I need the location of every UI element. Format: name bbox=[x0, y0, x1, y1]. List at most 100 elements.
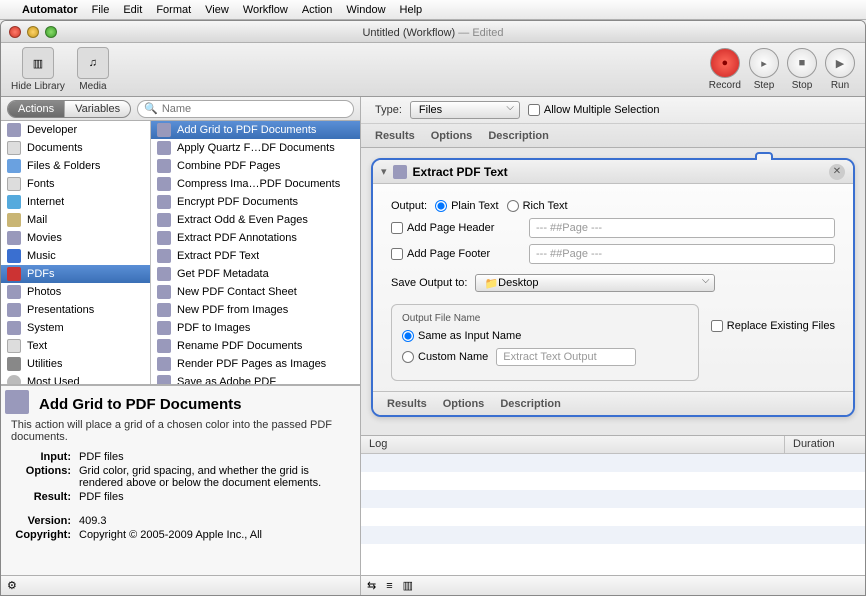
output-rich-radio[interactable]: Rich Text bbox=[507, 200, 568, 212]
save-output-select[interactable]: 📁 Desktop bbox=[475, 274, 715, 292]
media-button[interactable]: ♫ Media bbox=[77, 47, 109, 92]
duration-column-header[interactable]: Duration bbox=[785, 436, 865, 453]
category-row[interactable]: Developer bbox=[1, 121, 150, 139]
menubar[interactable]: Automator File Edit Format View Workflow… bbox=[0, 0, 866, 20]
run-button[interactable]: ▶ Run bbox=[825, 48, 855, 91]
hide-library-button[interactable]: ▥ Hide Library bbox=[11, 47, 65, 92]
action-row[interactable]: Extract PDF Annotations bbox=[151, 229, 360, 247]
action-label: Save as Adobe PDF bbox=[177, 376, 276, 384]
log-pane: Log Duration bbox=[361, 435, 865, 575]
menu-help[interactable]: Help bbox=[400, 4, 423, 16]
generic-icon bbox=[7, 123, 21, 137]
menu-automator[interactable]: Automator bbox=[22, 4, 78, 16]
receive-tab-results[interactable]: Results bbox=[375, 130, 415, 142]
action-row[interactable]: Apply Quartz F…DF Documents bbox=[151, 139, 360, 157]
menu-format[interactable]: Format bbox=[156, 4, 191, 16]
step-tab-options[interactable]: Options bbox=[443, 398, 485, 410]
library-tabs-row: Actions Variables 🔍 bbox=[1, 97, 360, 121]
action-label: Extract PDF Annotations bbox=[177, 232, 297, 244]
category-label: Developer bbox=[27, 124, 77, 136]
generic-icon bbox=[7, 285, 21, 299]
text-icon bbox=[7, 141, 21, 155]
workflow-canvas[interactable]: ▾ Extract PDF Text ✕ Output: Plain Text … bbox=[361, 148, 865, 435]
category-row[interactable]: Photos bbox=[1, 283, 150, 301]
category-row[interactable]: Internet bbox=[1, 193, 150, 211]
remove-step-button[interactable]: ✕ bbox=[829, 164, 845, 180]
category-list[interactable]: Developer Documents Files & Folders Fonts In… bbox=[1, 121, 151, 384]
category-row[interactable]: Music bbox=[1, 247, 150, 265]
gear-icon[interactable]: ⚙ bbox=[7, 579, 21, 593]
category-row[interactable]: Movies bbox=[1, 229, 150, 247]
add-header-checkbox[interactable]: Add Page Header bbox=[391, 222, 521, 234]
action-row[interactable]: Extract Odd & Even Pages bbox=[151, 211, 360, 229]
receive-tab-options[interactable]: Options bbox=[431, 130, 473, 142]
footer-text-field[interactable]: --- ##Page --- bbox=[529, 244, 835, 264]
action-icon bbox=[157, 195, 171, 209]
custom-name-radio[interactable]: Custom Name bbox=[402, 351, 488, 363]
replace-existing-checkbox[interactable]: Replace Existing Files bbox=[711, 320, 835, 332]
category-row[interactable]: Text bbox=[1, 337, 150, 355]
category-row[interactable]: PDFs bbox=[1, 265, 150, 283]
step-tab-description[interactable]: Description bbox=[500, 398, 561, 410]
menu-workflow[interactable]: Workflow bbox=[243, 4, 288, 16]
disclosure-triangle-icon[interactable]: ▾ bbox=[381, 165, 387, 178]
record-button[interactable]: ● Record bbox=[709, 48, 741, 91]
category-row[interactable]: Fonts bbox=[1, 175, 150, 193]
category-label: Movies bbox=[27, 232, 62, 244]
category-row[interactable]: Presentations bbox=[1, 301, 150, 319]
category-row[interactable]: Files & Folders bbox=[1, 157, 150, 175]
action-row[interactable]: Extract PDF Text bbox=[151, 247, 360, 265]
action-row[interactable]: New PDF Contact Sheet bbox=[151, 283, 360, 301]
category-label: Internet bbox=[27, 196, 64, 208]
action-row[interactable]: Render PDF Pages as Images bbox=[151, 355, 360, 373]
menu-view[interactable]: View bbox=[205, 4, 229, 16]
category-row[interactable]: Most Used bbox=[1, 373, 150, 384]
library-search[interactable]: 🔍 bbox=[137, 100, 354, 118]
menu-edit[interactable]: Edit bbox=[123, 4, 142, 16]
step-button[interactable]: ▸ Step bbox=[749, 48, 779, 91]
stop-button[interactable]: ■ Stop bbox=[787, 48, 817, 91]
category-row[interactable]: System bbox=[1, 319, 150, 337]
custom-name-field[interactable]: Extract Text Output bbox=[496, 348, 636, 366]
action-row[interactable]: New PDF from Images bbox=[151, 301, 360, 319]
add-footer-checkbox[interactable]: Add Page Footer bbox=[391, 248, 521, 260]
same-name-radio[interactable]: Same as Input Name bbox=[402, 330, 521, 342]
action-row[interactable]: Save as Adobe PDF bbox=[151, 373, 360, 384]
action-row[interactable]: Compress Ima…PDF Documents bbox=[151, 175, 360, 193]
tab-actions[interactable]: Actions bbox=[8, 101, 65, 117]
action-row[interactable]: PDF to Images bbox=[151, 319, 360, 337]
hide-library-icon: ▥ bbox=[22, 47, 54, 79]
log-column-header[interactable]: Log bbox=[361, 436, 785, 453]
category-label: Documents bbox=[27, 142, 83, 154]
allow-multiple-checkbox[interactable]: Allow Multiple Selection bbox=[528, 104, 660, 116]
receive-tab-description[interactable]: Description bbox=[488, 130, 549, 142]
stop-icon: ■ bbox=[787, 48, 817, 78]
action-row[interactable]: Combine PDF Pages bbox=[151, 157, 360, 175]
category-label: Fonts bbox=[27, 178, 55, 190]
category-row[interactable]: Utilities bbox=[1, 355, 150, 373]
view-toggle-flow-icon[interactable]: ⇆ bbox=[367, 579, 376, 592]
step-tab-results[interactable]: Results bbox=[387, 398, 427, 410]
category-row[interactable]: Documents bbox=[1, 139, 150, 157]
menu-file[interactable]: File bbox=[92, 4, 110, 16]
action-row[interactable]: Rename PDF Documents bbox=[151, 337, 360, 355]
category-row[interactable]: Mail bbox=[1, 211, 150, 229]
action-row[interactable]: Encrypt PDF Documents bbox=[151, 193, 360, 211]
category-label: System bbox=[27, 322, 64, 334]
search-input[interactable] bbox=[162, 103, 347, 115]
menu-action[interactable]: Action bbox=[302, 4, 333, 16]
view-toggle-vars-icon[interactable]: ▥ bbox=[403, 579, 413, 592]
header-text-field[interactable]: --- ##Page --- bbox=[529, 218, 835, 238]
action-row[interactable]: Add Grid to PDF Documents bbox=[151, 121, 360, 139]
action-row[interactable]: Get PDF Metadata bbox=[151, 265, 360, 283]
type-select[interactable]: Files bbox=[410, 101, 520, 119]
output-plain-radio[interactable]: Plain Text bbox=[435, 200, 499, 212]
action-icon bbox=[157, 321, 171, 335]
music-icon bbox=[7, 249, 21, 263]
menu-window[interactable]: Window bbox=[346, 4, 385, 16]
view-toggle-list-icon[interactable]: ≡ bbox=[386, 580, 392, 592]
action-list[interactable]: Add Grid to PDF DocumentsApply Quartz F…… bbox=[151, 121, 360, 384]
workflow-step-extract-pdf-text[interactable]: ▾ Extract PDF Text ✕ Output: Plain Text … bbox=[371, 158, 855, 417]
step-action-icon bbox=[393, 165, 407, 179]
tab-variables[interactable]: Variables bbox=[65, 101, 130, 117]
